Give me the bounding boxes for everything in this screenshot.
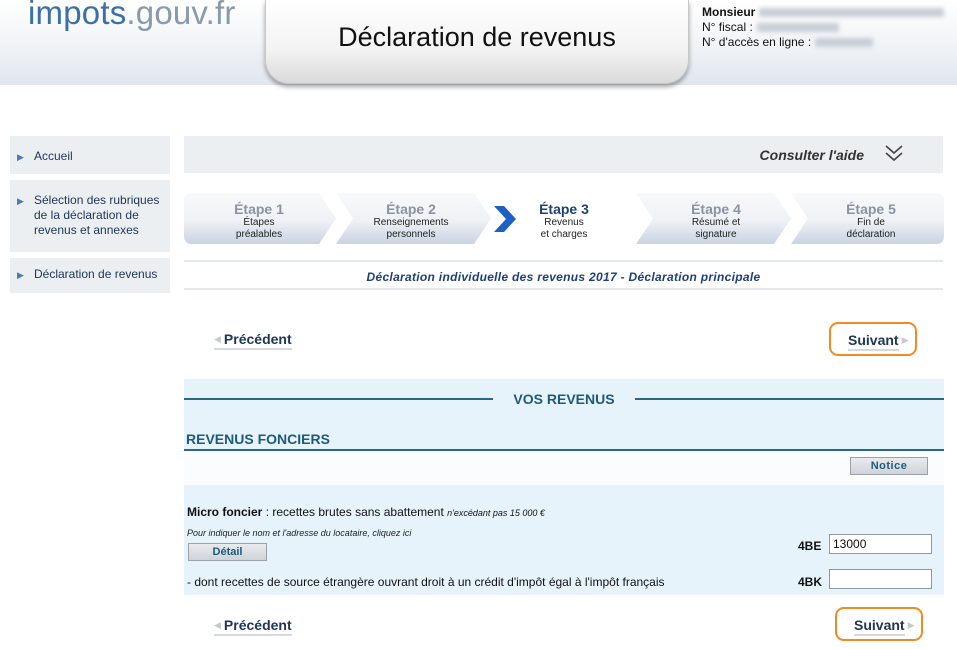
- user-name-label: Monsieur: [702, 5, 756, 19]
- field-4bk-input[interactable]: [829, 569, 932, 589]
- triangle-right-icon: ▶: [907, 620, 915, 630]
- step-sub: Renseignements: [373, 217, 449, 228]
- redacted-fiscal: [756, 23, 839, 33]
- micro-foncier-bold: Micro foncier: [187, 505, 263, 519]
- locataire-hint: Pour indiquer le nom et l'adresse du loc…: [187, 528, 412, 538]
- current-step-arrow-icon: [494, 206, 516, 232]
- step-sub: signature: [695, 229, 737, 240]
- sidebar-item-label: Sélection des rubriques de la déclaratio…: [34, 193, 160, 237]
- double-chevron-down-icon[interactable]: [883, 142, 905, 166]
- arrow-right-icon: ▶: [17, 270, 24, 280]
- notice-button[interactable]: Notice: [850, 457, 928, 475]
- code-4bk: 4BK: [798, 575, 823, 589]
- micro-foncier-text: : recettes brutes sans abattement: [262, 505, 448, 519]
- vos-revenus-title: VOS REVENUS: [513, 391, 615, 407]
- page-title-box: Déclaration de revenus: [265, 0, 689, 84]
- step-sub: déclaration: [846, 229, 896, 240]
- step-number: Étape 4: [691, 201, 741, 217]
- header: impots.gouv.fr Déclaration de revenus Mo…: [0, 0, 957, 85]
- sidebar-item-label: Déclaration de revenus: [34, 267, 158, 281]
- precedent-label: Précédent: [223, 617, 292, 633]
- step-number: Étape 5: [846, 201, 896, 217]
- step-number: Étape 2: [386, 201, 436, 217]
- sidebar-item-accueil[interactable]: ▶ Accueil: [10, 136, 170, 174]
- site-logo[interactable]: impots.gouv.fr: [28, 0, 236, 32]
- recettes-etrangeres-label: - dont recettes de source étrangère ouvr…: [187, 575, 665, 589]
- suivant-label: Suivant: [854, 617, 905, 636]
- fiscal-label: N° fiscal :: [702, 20, 753, 34]
- triangle-left-icon: ◀: [214, 620, 221, 630]
- field-4be-input[interactable]: [829, 534, 932, 554]
- revenus-panel: VOS REVENUS REVENUS FONCIERS Notice Micr…: [184, 379, 944, 595]
- step-1: Étape 1 Étapes préalables: [204, 193, 314, 244]
- step-sub: Résumé et: [691, 217, 741, 228]
- arrow-right-icon: ▶: [17, 196, 24, 206]
- sidebar-item-label: Accueil: [34, 149, 73, 163]
- redacted-access: [815, 38, 874, 48]
- logo-part2: .gouv.fr: [126, 0, 236, 31]
- sidebar-item-selection-rubriques[interactable]: ▶ Sélection des rubriques de la déclarat…: [10, 180, 170, 252]
- detail-button[interactable]: Détail: [188, 543, 267, 561]
- logo-part1: impots: [28, 0, 127, 31]
- step-5: Étape 5 Fin de déclaration: [816, 193, 926, 244]
- step-3-current: Étape 3 Revenus et charges: [519, 193, 609, 244]
- redacted-name: [759, 8, 945, 18]
- notice-area: [184, 451, 944, 485]
- precedent-label: Précédent: [223, 331, 292, 347]
- declaration-title: Déclaration individuelle des revenus 201…: [366, 270, 761, 284]
- code-4be: 4BE: [798, 539, 822, 553]
- step-sub: préalables: [235, 229, 283, 240]
- micro-foncier-label: Micro foncier : recettes brutes sans aba…: [187, 505, 545, 519]
- precedent-button-top[interactable]: ◀ Précédent: [214, 331, 292, 350]
- step-4: Étape 4 Résumé et signature: [661, 193, 771, 244]
- arrow-right-icon: ▶: [17, 152, 24, 162]
- triangle-left-icon: ◀: [214, 334, 221, 344]
- step-sub: Étapes: [243, 217, 275, 228]
- declaration-header: Déclaration individuelle des revenus 201…: [184, 260, 943, 290]
- micro-foncier-small: n'excédant pas 15 000 €: [447, 508, 545, 518]
- precedent-button-bottom[interactable]: ◀ Précédent: [214, 617, 292, 636]
- user-info: Monsieur N° fiscal : N° d'accès en ligne…: [702, 5, 945, 50]
- triangle-right-icon: ▶: [901, 335, 909, 345]
- step-number: Étape 1: [234, 201, 284, 217]
- step-number: Étape 3: [539, 201, 589, 217]
- page-title: Déclaration de revenus: [338, 22, 616, 52]
- revenus-fonciers-title: REVENUS FONCIERS: [186, 431, 330, 447]
- step-sub: personnels: [386, 229, 436, 240]
- suivant-label: Suivant: [848, 332, 899, 351]
- step-sub: et charges: [540, 229, 588, 240]
- step-sub: Revenus: [544, 217, 584, 228]
- suivant-button-top[interactable]: Suivant ▶: [829, 322, 917, 356]
- suivant-button-bottom[interactable]: Suivant ▶: [835, 607, 923, 641]
- step-sub: Fin de: [857, 217, 885, 228]
- sidebar-item-declaration[interactable]: ▶ Déclaration de revenus: [10, 258, 170, 293]
- aide-bar: Consulter l'aide: [184, 136, 943, 173]
- step-2: Étape 2 Renseignements personnels: [356, 193, 466, 244]
- access-label: N° d'accès en ligne :: [702, 35, 812, 49]
- steps-bar: Étape 1 Étapes préalables Étape 2 Rensei…: [184, 193, 944, 244]
- consulter-aide-link[interactable]: Consulter l'aide: [760, 147, 864, 163]
